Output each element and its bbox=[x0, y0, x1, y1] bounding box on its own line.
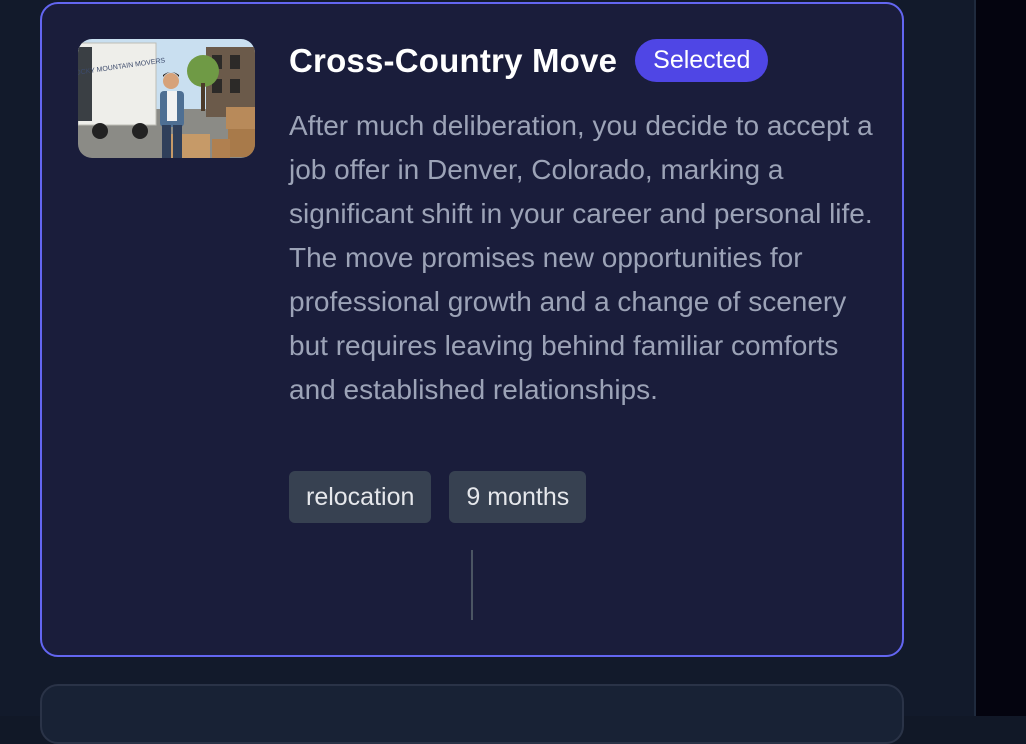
tag-list: relocation 9 months bbox=[289, 471, 587, 523]
card-title: Cross-Country Move bbox=[289, 41, 618, 79]
right-panel bbox=[976, 0, 1026, 716]
tag-relocation: relocation bbox=[289, 471, 432, 523]
card-header: Cross-Country Move Selected bbox=[289, 39, 769, 82]
selected-badge: Selected bbox=[635, 39, 769, 82]
card-description: After much deliberation, you decide to a… bbox=[289, 110, 873, 405]
scenario-card-selected[interactable]: ROCKY MOUNTAIN MOVERS Cross-Country Move… bbox=[40, 2, 904, 657]
timeline-connector bbox=[471, 550, 473, 620]
main-area: ROCKY MOUNTAIN MOVERS Cross-Country Move… bbox=[0, 0, 975, 744]
scenario-image: ROCKY MOUNTAIN MOVERS bbox=[78, 39, 255, 158]
next-scenario-card[interactable] bbox=[40, 684, 904, 744]
tag-duration: 9 months bbox=[449, 471, 587, 523]
moving-scene-illustration: ROCKY MOUNTAIN MOVERS bbox=[78, 39, 255, 158]
